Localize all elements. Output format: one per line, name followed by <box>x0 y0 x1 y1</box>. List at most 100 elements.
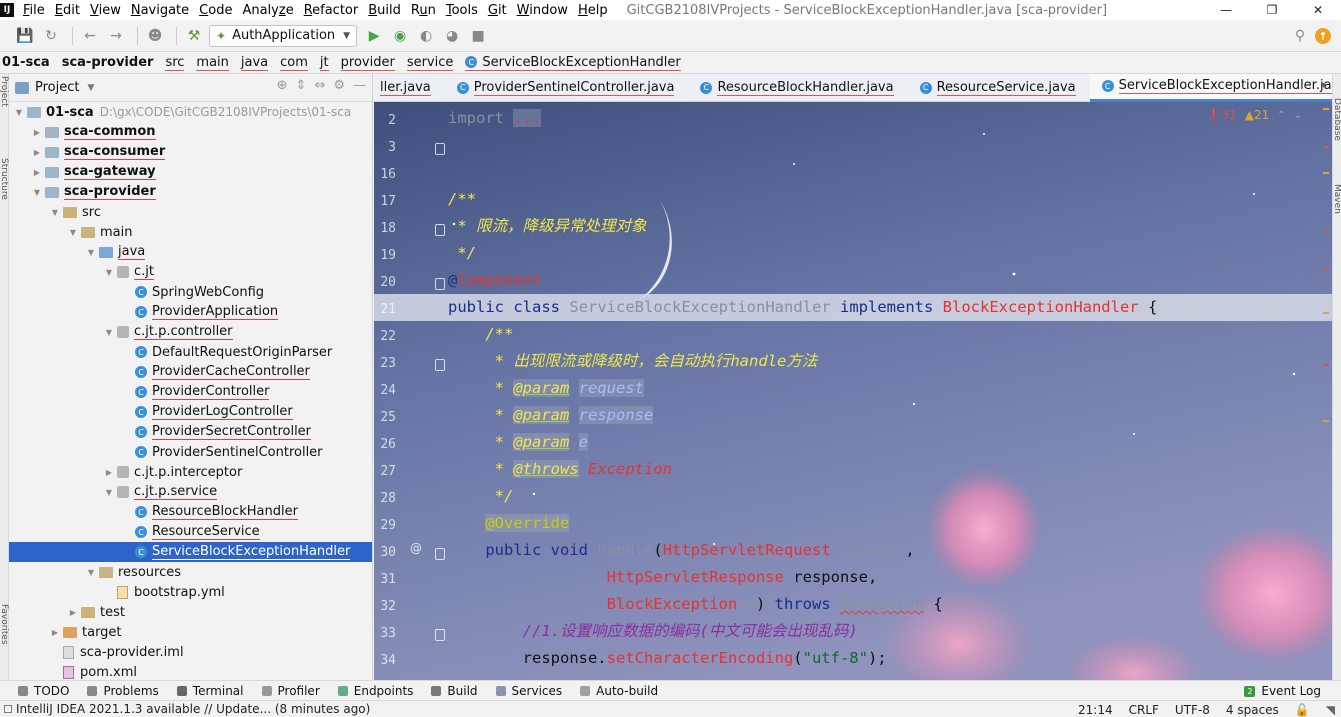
chevron-right-icon[interactable]: ▶ <box>49 628 61 637</box>
settings-gear-icon[interactable]: ⚙ <box>333 78 345 93</box>
chevron-down-icon[interactable]: ▼ <box>87 83 94 93</box>
status-message[interactable]: IntelliJ IDEA 2021.1.3 available // Upda… <box>16 702 370 716</box>
tree-row[interactable]: ▼ java <box>9 242 372 262</box>
breadcrumb-item[interactable]: provider <box>340 55 395 71</box>
line-separator[interactable]: CRLF <box>1129 703 1159 717</box>
error-mark[interactable] <box>1323 146 1329 148</box>
chevron-down-icon[interactable]: ▼ <box>67 228 79 237</box>
tree-row[interactable]: C ProviderSecretController <box>9 422 372 442</box>
lock-icon[interactable]: 🔓 <box>1295 703 1310 717</box>
tree-row[interactable]: C ProviderApplication <box>9 302 372 322</box>
chevron-down-icon[interactable]: ▼ <box>49 208 61 217</box>
tree-row[interactable]: ▶ sca-common <box>9 122 372 142</box>
error-stripe[interactable] <box>1322 102 1330 442</box>
breadcrumb-item[interactable]: C ServiceBlockExceptionHandler <box>465 55 681 71</box>
tree-row[interactable]: ▼ src <box>9 202 372 222</box>
tree-row[interactable]: ▼ main <box>9 222 372 242</box>
chevron-down-icon[interactable]: ▼ <box>103 328 115 337</box>
code-editor[interactable]: ller.java C ProviderSentinelController.jav… <box>374 74 1332 680</box>
stripe-label-maven[interactable]: Maven <box>1332 184 1341 214</box>
back-icon[interactable]: ← <box>79 25 101 47</box>
menu-git[interactable]: Git <box>483 3 512 18</box>
menu-help[interactable]: Help <box>573 3 613 18</box>
tree-row[interactable]: bootstrap.yml <box>9 582 372 602</box>
run-configuration-selector[interactable]: ✦ AuthApplication ▼ <box>209 24 358 47</box>
error-mark[interactable] <box>1323 364 1329 366</box>
tree-row[interactable]: ▼ c.jt.p.service <box>9 482 372 502</box>
warning-mark[interactable] <box>1323 420 1329 422</box>
tool-window-button[interactable]: Services <box>495 684 562 698</box>
tree-row[interactable]: C ResourceBlockHandler <box>9 502 372 522</box>
tool-window-button[interactable]: Problems <box>87 684 159 698</box>
toggle-tool-windows-icon[interactable] <box>4 705 12 713</box>
event-log-button[interactable]: 2 Event Log <box>1244 681 1321 701</box>
chevron-down-icon[interactable]: ▾ <box>1321 80 1326 91</box>
tree-row[interactable]: C DefaultRequestOriginParser <box>9 342 372 362</box>
run-targets-icon[interactable]: ☻ <box>144 25 166 47</box>
menu-refactor[interactable]: Refactor <box>299 3 364 18</box>
menu-build[interactable]: Build <box>363 3 406 18</box>
tree-row[interactable]: ▼ resources <box>9 562 372 582</box>
menu-code[interactable]: Code <box>194 3 237 18</box>
tool-window-button[interactable]: Auto-build <box>580 684 658 698</box>
chevron-up-icon[interactable]: ⌃ <box>1277 110 1285 121</box>
tree-row[interactable]: ▶ sca-consumer <box>9 142 372 162</box>
chevron-right-icon[interactable]: ▶ <box>67 608 79 617</box>
tree-row[interactable]: ▼ c.jt <box>9 262 372 282</box>
breadcrumb-item[interactable]: jt <box>319 55 329 71</box>
fold-marker-icon[interactable] <box>435 143 445 155</box>
stripe-label-favorites[interactable]: Favorites <box>0 604 9 645</box>
chevron-down-icon[interactable]: ▼ <box>103 268 115 277</box>
expand-all-icon[interactable]: ⇕ <box>296 78 307 93</box>
breadcrumb-item[interactable]: 01-sca <box>2 55 50 70</box>
warning-mark[interactable] <box>1323 172 1329 174</box>
project-panel-title[interactable]: Project <box>35 80 79 95</box>
tree-row[interactable]: ▶ target <box>9 622 372 642</box>
build-hammer-icon[interactable]: ⚒ <box>183 25 205 47</box>
chevron-right-icon[interactable]: ▶ <box>31 128 43 137</box>
tool-window-button[interactable]: TODO <box>18 684 69 698</box>
run-icon[interactable]: ▶ <box>363 25 385 47</box>
menu-view[interactable]: View <box>85 3 126 18</box>
collapse-all-icon[interactable]: ⇔ <box>314 78 325 93</box>
tree-row-root[interactable]: ▼ 01-sca D:\gx\CODE\GitCGB2108IVProjects… <box>9 102 372 122</box>
breadcrumb-item[interactable]: service <box>406 55 454 71</box>
editor-tab[interactable]: C ServiceBlockExceptionHandler.java <box>1089 74 1332 102</box>
menu-window[interactable]: Window <box>512 3 573 18</box>
editor-tab[interactable]: C ResourceBlockHandler.java <box>688 74 907 102</box>
update-available-icon[interactable]: ↑ <box>1315 28 1331 44</box>
menu-analyze[interactable]: Analyze <box>237 3 298 18</box>
tree-row[interactable]: ▶ sca-gateway <box>9 162 372 182</box>
fold-marker-icon[interactable] <box>435 224 445 236</box>
editor-tab[interactable]: ller.java <box>374 74 445 102</box>
tree-row[interactable]: C ProviderLogController <box>9 402 372 422</box>
breadcrumb-item[interactable]: src <box>165 55 185 71</box>
stripe-label-project[interactable]: Project <box>0 76 9 107</box>
breadcrumb-item[interactable]: java <box>240 55 269 71</box>
fold-marker-icon[interactable] <box>435 278 445 290</box>
warning-mark[interactable] <box>1323 312 1329 314</box>
restore-icon[interactable]: ❐ <box>1249 0 1295 20</box>
breadcrumb-item[interactable]: main <box>196 55 229 71</box>
menu-edit[interactable]: Edit <box>50 3 85 18</box>
tree-row[interactable]: ▼ c.jt.p.controller <box>9 322 372 342</box>
hide-panel-icon[interactable]: — <box>353 78 366 93</box>
warning-mark[interactable] <box>1323 108 1329 110</box>
tree-row[interactable]: C SpringWebConfig <box>9 282 372 302</box>
locate-file-icon[interactable]: ⊕ <box>277 78 288 93</box>
tool-window-button[interactable]: Terminal <box>176 684 244 698</box>
chevron-down-icon[interactable]: ▼ <box>31 188 43 197</box>
tree-row[interactable]: pom.xml <box>9 662 372 680</box>
chevron-right-icon[interactable]: ▶ <box>31 148 43 157</box>
tree-row[interactable]: ▶ test <box>9 602 372 622</box>
tree-row[interactable]: C ProviderCacheController <box>9 362 372 382</box>
tree-row[interactable]: C ResourceService <box>9 522 372 542</box>
profile-icon[interactable]: ◕ <box>441 25 463 47</box>
chevron-down-icon[interactable]: ▼ <box>13 108 25 117</box>
chevron-down-icon[interactable]: ⌄ <box>1294 110 1302 121</box>
breadcrumb-item[interactable]: sca-provider <box>62 55 154 70</box>
tree-row[interactable]: C ProviderSentinelController <box>9 442 372 462</box>
menu-file[interactable]: File <box>18 3 50 18</box>
menu-navigate[interactable]: Navigate <box>126 3 194 18</box>
chevron-right-icon[interactable]: ▶ <box>103 468 115 477</box>
